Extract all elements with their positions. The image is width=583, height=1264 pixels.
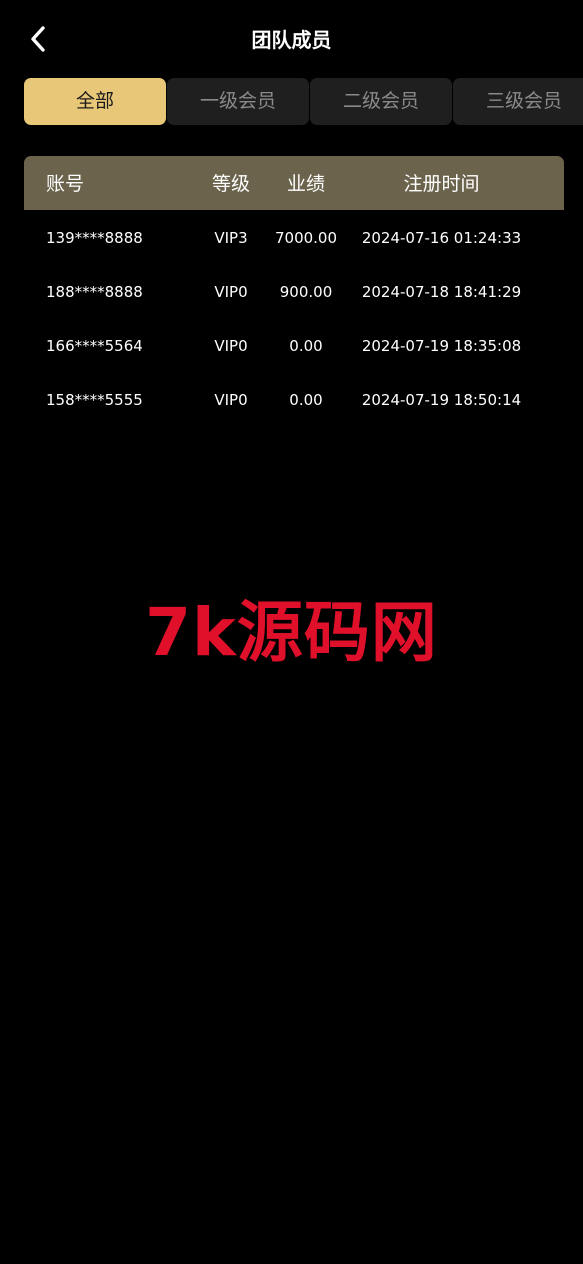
header: 团队成员 (0, 0, 583, 80)
tab-level-1[interactable]: 一级会员 (167, 78, 309, 125)
cell-account: 139****8888 (46, 229, 143, 247)
table-row: 139****8888 VIP3 7000.00 2024-07-16 01:2… (24, 210, 564, 264)
cell-performance: 900.00 (279, 283, 333, 301)
cell-register-time: 2024-07-18 18:41:29 (361, 283, 522, 301)
cell-register-time: 2024-07-19 18:50:14 (361, 391, 522, 409)
page-title: 团队成员 (251, 28, 332, 52)
cell-level: VIP3 (214, 229, 248, 247)
column-header-performance: 业绩 (286, 173, 325, 195)
cell-performance: 0.00 (289, 337, 323, 355)
cell-level: VIP0 (214, 391, 248, 409)
table-row: 188****8888 VIP0 900.00 2024-07-18 18:41… (24, 264, 564, 318)
cell-level: VIP0 (214, 337, 248, 355)
column-header-register-time: 注册时间 (403, 173, 480, 195)
cell-level: VIP0 (214, 283, 248, 301)
tab-level-3[interactable]: 三级会员 (453, 78, 583, 125)
watermark-text: 7k源码网 (145, 594, 438, 671)
table-header: 账号 等级 业绩 注册时间 (24, 156, 564, 210)
cell-account: 158****5555 (46, 391, 143, 409)
column-header-level: 等级 (211, 173, 250, 195)
cell-account: 188****8888 (46, 283, 143, 301)
cell-account: 166****5564 (46, 337, 143, 355)
tab-all[interactable]: 全部 (24, 78, 166, 125)
tab-level-2[interactable]: 二级会员 (310, 78, 452, 125)
cell-register-time: 2024-07-19 18:35:08 (361, 337, 522, 355)
cell-performance: 0.00 (289, 391, 323, 409)
members-table: 账号 等级 业绩 注册时间 139****8888 VIP3 7000.00 2… (24, 156, 564, 426)
level-tabs: 全部 一级会员 二级会员 三级会员 (24, 78, 583, 125)
cell-performance: 7000.00 (274, 229, 338, 247)
table-row: 166****5564 VIP0 0.00 2024-07-19 18:35:0… (24, 318, 564, 372)
column-header-account: 账号 (46, 173, 85, 195)
table-row: 158****5555 VIP0 0.00 2024-07-19 18:50:1… (24, 372, 564, 426)
cell-register-time: 2024-07-16 01:24:33 (361, 229, 522, 247)
